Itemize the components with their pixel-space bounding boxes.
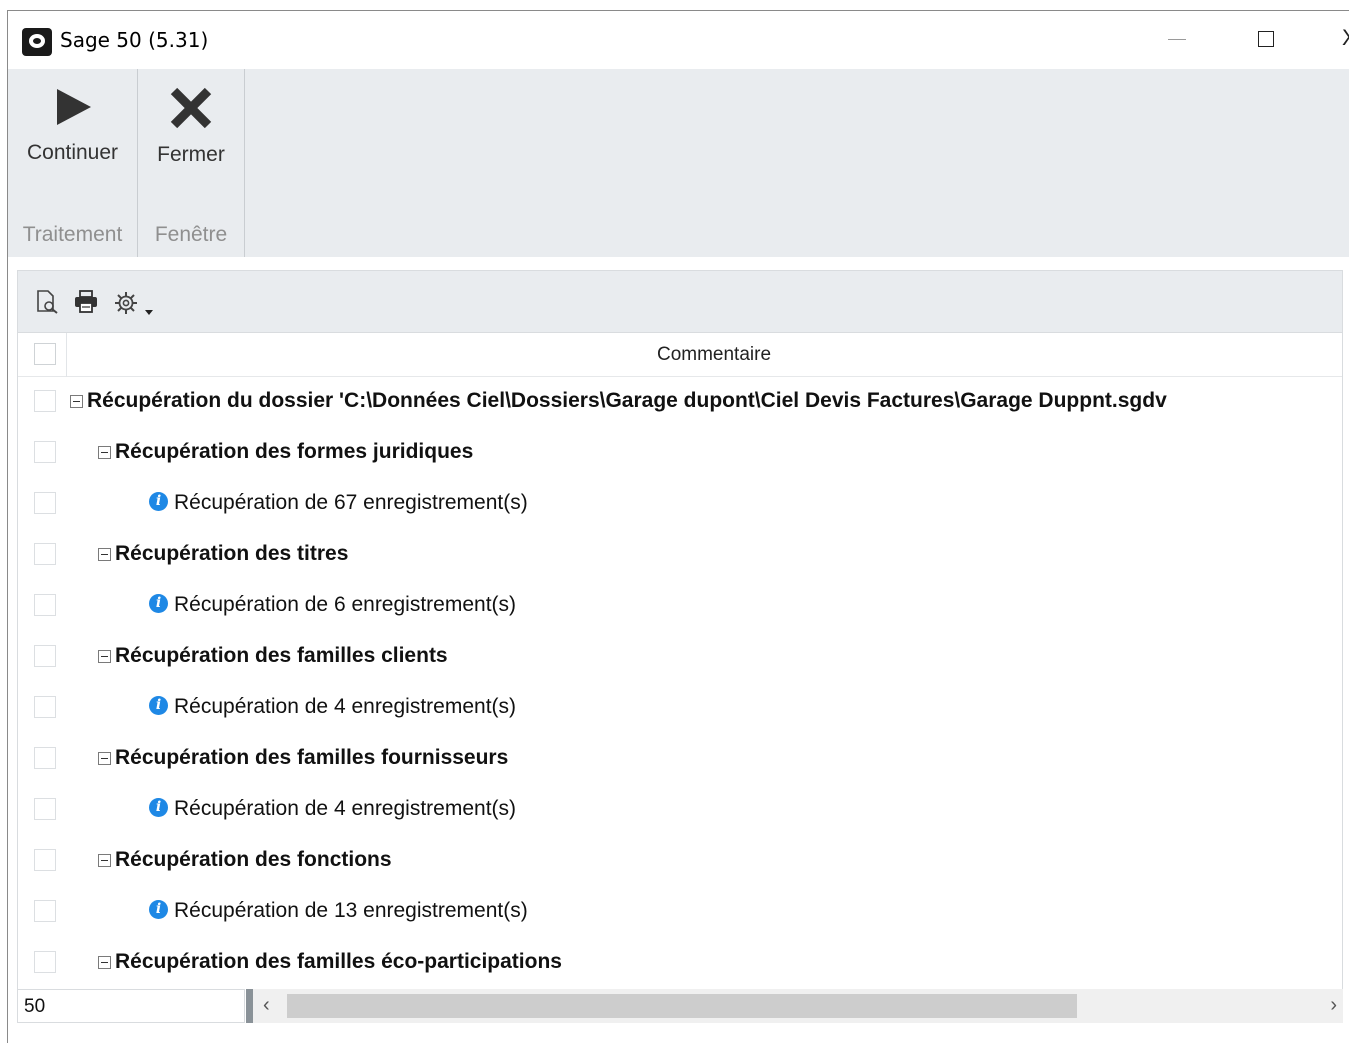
table-row[interactable]: Récupération des formes juridiques xyxy=(18,428,1342,479)
settings-gear-icon[interactable] xyxy=(114,291,138,315)
row-text: Récupération des fonctions xyxy=(115,848,392,871)
collapse-toggle-icon[interactable] xyxy=(98,649,111,663)
info-icon: i xyxy=(149,899,168,919)
table-row[interactable]: Récupération des familles clients xyxy=(18,632,1342,683)
row-text: Récupération de 67 enregistrement(s) xyxy=(174,491,528,514)
row-content: i Récupération de 13 enregistrement(s) xyxy=(149,899,528,923)
scroll-right-icon[interactable]: › xyxy=(1330,994,1337,1017)
collapse-toggle-icon[interactable] xyxy=(98,445,111,459)
table-row[interactable]: i Récupération de 4 enregistrement(s) xyxy=(18,683,1342,734)
row-checkbox[interactable] xyxy=(34,645,56,667)
info-icon: i xyxy=(149,593,168,613)
row-checkbox[interactable] xyxy=(34,951,56,973)
row-text: Récupération des titres xyxy=(115,542,349,565)
collapse-toggle-icon[interactable] xyxy=(98,955,111,969)
info-icon: i xyxy=(149,695,168,715)
fermer-label: Fermer xyxy=(157,143,225,166)
window-title: Sage 50 (5.31) xyxy=(60,28,209,52)
row-text: Récupération de 4 enregistrement(s) xyxy=(174,695,517,718)
continuer-button[interactable]: Continuer xyxy=(8,81,137,191)
row-content: i Récupération de 6 enregistrement(s) xyxy=(149,593,516,617)
continuer-label: Continuer xyxy=(26,141,119,164)
column-header-commentaire[interactable]: Commentaire xyxy=(66,344,1342,366)
window-close-icon[interactable]: X xyxy=(1342,25,1349,51)
ribbon-group-fenetre: Fermer Fenêtre xyxy=(138,69,245,257)
info-icon: i xyxy=(149,491,168,511)
row-content: i Récupération de 67 enregistrement(s) xyxy=(149,491,528,515)
scrollbar-thumb[interactable] xyxy=(287,994,1077,1018)
row-text: Récupération de 6 enregistrement(s) xyxy=(174,593,517,616)
ribbon-group-label-traitement: Traitement xyxy=(22,223,123,246)
row-text: Récupération du dossier 'C:\Données Ciel… xyxy=(87,389,1167,412)
collapse-toggle-icon[interactable] xyxy=(98,751,111,765)
sage-app-icon xyxy=(22,28,52,56)
fermer-button[interactable]: Fermer xyxy=(138,81,244,191)
info-icon: i xyxy=(149,797,168,817)
grid-toolbar xyxy=(18,271,1342,333)
table-row[interactable]: Récupération des fonctions xyxy=(18,836,1342,887)
table-row[interactable]: i Récupération de 6 enregistrement(s) xyxy=(18,581,1342,632)
table-row[interactable]: i Récupération de 13 enregistrement(s) xyxy=(18,887,1342,938)
row-content: i Récupération de 4 enregistrement(s) xyxy=(149,695,516,719)
row-content: Récupération des fonctions xyxy=(98,848,392,872)
table-row[interactable]: i Récupération de 67 enregistrement(s) xyxy=(18,479,1342,530)
table-row[interactable]: Récupération des familles fournisseurs xyxy=(18,734,1342,785)
row-text: Récupération des familles éco-participat… xyxy=(115,950,562,973)
row-content: i Récupération de 4 enregistrement(s) xyxy=(149,797,516,821)
select-all-checkbox[interactable] xyxy=(34,343,56,365)
grid-rows: Récupération du dossier 'C:\Données Ciel… xyxy=(18,377,1342,989)
play-icon xyxy=(56,89,91,125)
row-checkbox[interactable] xyxy=(34,492,56,514)
horizontal-scrollbar[interactable]: ‹ › xyxy=(253,989,1343,1023)
row-checkbox[interactable] xyxy=(34,390,56,412)
row-checkbox[interactable] xyxy=(34,900,56,922)
row-content: Récupération des titres xyxy=(98,542,348,566)
close-x-icon xyxy=(170,87,212,129)
preview-icon[interactable] xyxy=(34,289,60,315)
minimize-icon[interactable] xyxy=(1168,39,1186,40)
row-text: Récupération des familles clients xyxy=(115,644,448,667)
row-checkbox[interactable] xyxy=(34,441,56,463)
results-grid-panel: Commentaire Récupération du dossier 'C:\… xyxy=(17,270,1343,990)
ribbon-group-traitement: Continuer Traitement xyxy=(8,69,138,257)
ribbon-group-label-fenetre: Fenêtre xyxy=(154,223,228,246)
ribbon: Continuer Traitement Fermer Fenêtre xyxy=(8,69,1349,257)
grid-footer: 50 ‹ › xyxy=(17,989,1343,1025)
row-content: Récupération du dossier 'C:\Données Ciel… xyxy=(70,389,1167,413)
row-checkbox[interactable] xyxy=(34,798,56,820)
row-text: Récupération des familles fournisseurs xyxy=(115,746,509,769)
splitter-handle[interactable] xyxy=(246,989,253,1023)
collapse-toggle-icon[interactable] xyxy=(70,394,83,408)
row-content: Récupération des familles fournisseurs xyxy=(98,746,508,770)
row-checkbox[interactable] xyxy=(34,696,56,718)
grid-header-row: Commentaire xyxy=(18,333,1342,377)
row-content: Récupération des formes juridiques xyxy=(98,440,473,464)
dropdown-arrow-icon[interactable] xyxy=(144,309,154,317)
table-row[interactable]: i Récupération de 4 enregistrement(s) xyxy=(18,785,1342,836)
row-content: Récupération des familles éco-participat… xyxy=(98,950,562,974)
row-checkbox[interactable] xyxy=(34,747,56,769)
row-content: Récupération des familles clients xyxy=(98,644,448,668)
table-row[interactable]: Récupération du dossier 'C:\Données Ciel… xyxy=(18,377,1342,428)
table-row[interactable]: Récupération des titres xyxy=(18,530,1342,581)
scroll-left-icon[interactable]: ‹ xyxy=(263,994,270,1017)
table-row[interactable]: Récupération des familles éco-participat… xyxy=(18,938,1342,989)
row-text: Récupération de 4 enregistrement(s) xyxy=(174,797,517,820)
row-checkbox[interactable] xyxy=(34,543,56,565)
record-count: 50 xyxy=(17,989,245,1023)
row-text: Récupération des formes juridiques xyxy=(115,440,474,463)
print-icon[interactable] xyxy=(73,289,99,315)
collapse-toggle-icon[interactable] xyxy=(98,547,111,561)
maximize-icon[interactable] xyxy=(1258,31,1274,47)
row-text: Récupération de 13 enregistrement(s) xyxy=(174,899,528,922)
row-checkbox[interactable] xyxy=(34,849,56,871)
title-bar: Sage 50 (5.31) X xyxy=(8,11,1349,69)
collapse-toggle-icon[interactable] xyxy=(98,853,111,867)
row-checkbox[interactable] xyxy=(34,594,56,616)
